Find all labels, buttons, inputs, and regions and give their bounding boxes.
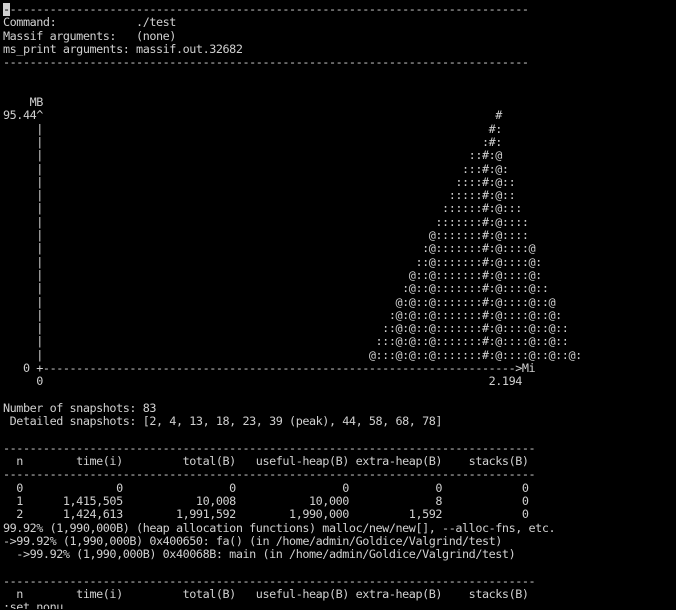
terminal-line: | #: [3, 122, 502, 136]
terminal-line: | :@:::::::#:@::::@ [3, 242, 536, 256]
terminal-line: | @:::::::#:@:::: [3, 229, 529, 243]
terminal-line: MB [3, 96, 44, 110]
terminal-line: ----------------------------------------… [3, 3, 529, 17]
terminal-line: | :#: [3, 135, 502, 149]
terminal-line: | ::::::#:@::: [3, 202, 522, 216]
terminal-line: n time(i) total(B) useful-heap(B) extra-… [3, 588, 529, 602]
terminal-line: | :::#:@: [3, 162, 509, 176]
terminal-line: 0 +-------------------------------------… [3, 362, 536, 376]
terminal-line: Command: ./test [3, 16, 176, 30]
terminal-line: ->99.92% (1,990,000B) 0x400650: fa() (in… [3, 534, 502, 548]
terminal-line: n time(i) total(B) useful-heap(B) extra-… [3, 455, 529, 469]
terminal-line: | @::@:::::::#:@::::@: [3, 268, 542, 282]
terminal-line: Number of snapshots: 83 [3, 401, 157, 415]
terminal-line: | @:@::@:::::::#:@::::@::@ [3, 295, 556, 309]
terminal-line: 0 2.194 [3, 375, 522, 389]
terminal-line: ms_print arguments: massif.out.32682 [3, 42, 243, 56]
terminal-line: | :@::@:::::::#:@::::@:: [3, 282, 549, 296]
terminal-line: | ::::#:@:: [3, 175, 516, 189]
terminal-line: ----------------------------------------… [3, 468, 536, 482]
terminal-line: | :::::::#:@:::: [3, 215, 529, 229]
terminal-line: | ::#:@ [3, 149, 502, 163]
terminal-line: 2 1,424,613 1,991,592 1,990,000 1,592 0 [3, 508, 529, 522]
terminal-line: ----------------------------------------… [3, 441, 536, 455]
terminal-line: Detailed snapshots: [2, 4, 13, 18, 23, 3… [3, 415, 443, 429]
terminal-line: 99.92% (1,990,000B) (heap allocation fun… [3, 521, 556, 535]
terminal-line: :set nonu [3, 601, 63, 609]
terminal-line: | @:::@:@::@:::::::#:@::::@::@::@: [3, 348, 582, 362]
terminal-line: | ::@:::::::#:@::::@: [3, 255, 542, 269]
terminal-line: | :@:@::@:::::::#:@::::@::@: [3, 308, 562, 322]
terminal-line: 1 1,415,505 10,008 10,000 8 0 [3, 494, 529, 508]
terminal-line: Massif arguments: (none) [3, 29, 176, 43]
terminal-line: ----------------------------------------… [3, 574, 536, 588]
terminal-line: | :::::#:@:: [3, 189, 516, 203]
text-cursor: - [3, 3, 10, 17]
terminal-line: ->99.92% (1,990,000B) 0x40068B: main (in… [3, 548, 516, 562]
terminal-line: | :::@:@::@:::::::#:@::::@::@:: [3, 335, 569, 349]
terminal-screen[interactable]: ----------------------------------------… [3, 3, 675, 609]
terminal-line: | ::@:@::@:::::::#:@::::@::@:: [3, 322, 569, 336]
terminal-line: ----------------------------------------… [3, 56, 529, 70]
terminal-line: 95.44^ # [3, 109, 502, 123]
terminal-line: 0 0 0 0 0 0 [3, 481, 529, 495]
